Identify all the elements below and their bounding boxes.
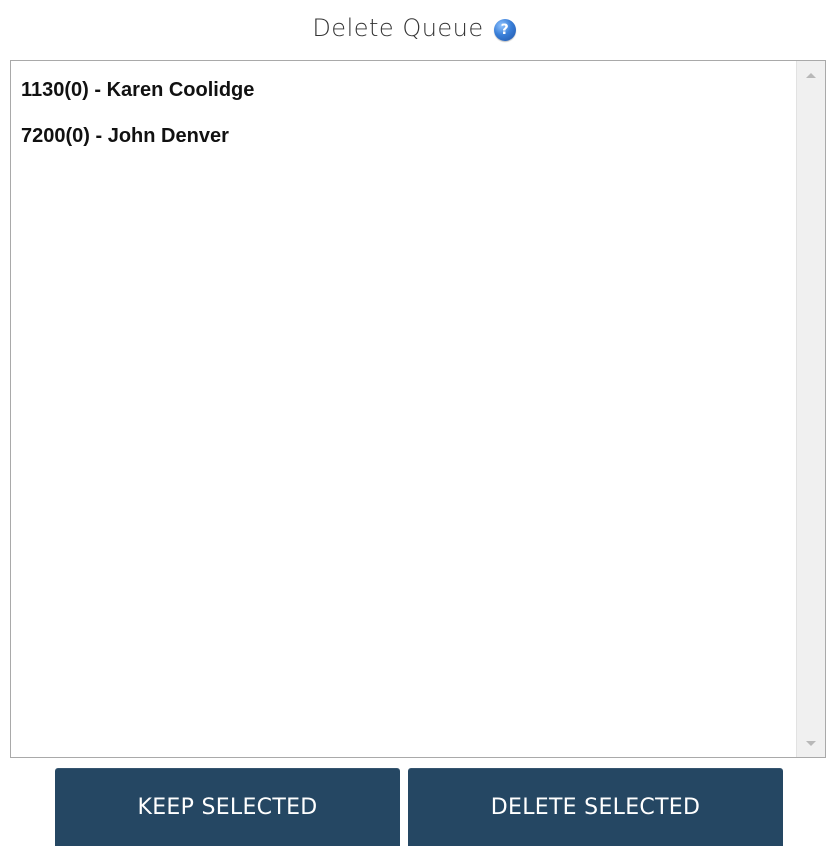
delete-queue-header: Delete Queue ? (0, 0, 828, 56)
scroll-down-button[interactable] (797, 731, 825, 755)
queue-list: 1130(0) - Karen Coolidge 7200(0) - John … (11, 61, 795, 757)
list-item[interactable]: 7200(0) - John Denver (11, 121, 795, 167)
keep-selected-button[interactable]: KEEP SELECTED (55, 768, 400, 846)
scroll-up-button[interactable] (797, 63, 825, 87)
help-icon[interactable]: ? (493, 19, 516, 41)
vertical-scrollbar[interactable] (796, 61, 825, 757)
page-title: Delete Queue (312, 14, 484, 42)
delete-queue-listbox[interactable]: 1130(0) - Karen Coolidge 7200(0) - John … (10, 60, 826, 758)
chevron-up-icon (806, 72, 816, 78)
list-item[interactable]: 1130(0) - Karen Coolidge (11, 75, 795, 121)
delete-selected-button[interactable]: DELETE SELECTED (408, 768, 783, 846)
chevron-down-icon (806, 740, 816, 746)
